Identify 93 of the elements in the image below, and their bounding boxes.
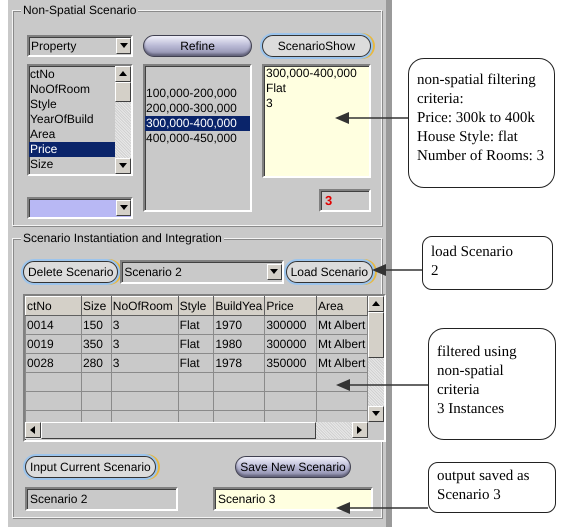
triangle-down-icon	[119, 162, 128, 170]
refine-button[interactable]: Refine	[143, 35, 252, 57]
value-dropdown[interactable]	[27, 197, 134, 219]
table-cell: 280	[81, 354, 112, 372]
table-cell	[214, 392, 265, 410]
property-dropdown[interactable]: Property	[27, 35, 134, 57]
scrollbar[interactable]	[368, 296, 384, 422]
column-header[interactable]: Style	[178, 296, 214, 316]
table-cell: 3	[111, 316, 178, 334]
table-cell: 1978	[214, 354, 265, 372]
table-cell	[214, 372, 265, 392]
table-cell	[264, 372, 316, 392]
table-cell: 300000	[264, 316, 316, 334]
count-field: 3	[318, 189, 371, 212]
table-cell: 0028	[26, 354, 82, 372]
dropdown-button[interactable]	[116, 200, 132, 216]
table-cell	[26, 392, 82, 410]
scroll-right-button[interactable]	[352, 422, 368, 438]
triangle-up-icon	[119, 70, 128, 78]
scrollbar[interactable]	[115, 66, 132, 174]
group-title: Non-Spatial Scenario	[21, 3, 138, 17]
column-header[interactable]: NoOfRoom	[111, 296, 178, 316]
table-cell: 0019	[26, 334, 82, 354]
current-scenario-field[interactable]: Scenario 2	[25, 487, 178, 511]
triangle-down-icon	[120, 42, 128, 50]
callout-note: output saved as Scenario 3	[428, 462, 556, 513]
table-cell: 350000	[264, 354, 316, 372]
table-cell: 1970	[214, 316, 265, 334]
save-new-scenario-button[interactable]: Save New Scenario	[235, 456, 351, 478]
dropdown-button[interactable]	[266, 264, 282, 280]
callout-note: non-spatial filtering criteria: Price: 300k to 400k House Style: flat Number of Rooms: 3	[408, 58, 555, 188]
scroll-up-button[interactable]	[368, 296, 384, 312]
list-item[interactable]: 200,000-300,000	[145, 101, 250, 116]
list-item[interactable]: 300,000-400,000	[145, 116, 250, 131]
column-header[interactable]: Area	[316, 296, 368, 316]
table-cell	[178, 392, 214, 410]
table-cell	[81, 392, 112, 410]
triangle-right-icon	[356, 426, 364, 434]
scenario-line: Flat	[266, 81, 288, 96]
scroll-thumb[interactable]	[368, 312, 384, 358]
triangle-down-icon	[120, 204, 128, 212]
table-cell: 3	[111, 334, 178, 354]
list-item[interactable]: Area	[29, 127, 116, 142]
dropdown-button[interactable]	[116, 38, 132, 54]
list-item[interactable]: ctNo	[29, 67, 116, 82]
triangle-down-icon	[270, 268, 278, 276]
list-item[interactable]: Price	[29, 142, 116, 157]
scroll-down-button[interactable]	[115, 158, 132, 174]
list-item[interactable]: 400,000-450,000	[145, 131, 250, 146]
scenario-line: 3	[266, 96, 274, 111]
column-header[interactable]: BuildYea	[214, 296, 265, 316]
table-cell: 350	[81, 334, 112, 354]
column-header[interactable]: Size	[81, 296, 112, 316]
list-item[interactable]: Size	[29, 157, 116, 172]
table-cell	[264, 392, 316, 410]
column-header[interactable]: Price	[264, 296, 316, 316]
table-cell	[111, 392, 178, 410]
scrollbar[interactable]	[25, 422, 384, 439]
table-cell: 1980	[214, 334, 265, 354]
field-list[interactable]: ctNo NoOfRoom Style YearOfBuild Area Price Size	[27, 64, 134, 176]
scroll-thumb[interactable]	[41, 422, 316, 439]
table-cell: Flat	[178, 334, 214, 354]
scroll-up-button[interactable]	[115, 66, 132, 82]
table-cell	[26, 372, 82, 392]
scroll-down-button[interactable]	[368, 406, 384, 422]
group-title: Scenario Instantiation and Integration	[21, 231, 224, 245]
triangle-down-icon	[372, 410, 380, 418]
table-cell	[178, 372, 214, 392]
column-header[interactable]: ctNo	[26, 296, 82, 316]
table-cell: 150	[81, 316, 112, 334]
scroll-thumb[interactable]	[115, 82, 132, 102]
new-scenario-field[interactable]: Scenario 3	[213, 487, 373, 511]
callout-note: filtered using non-spatial criteria 3 Instances	[428, 328, 556, 440]
table-cell: Flat	[178, 316, 214, 334]
callout-note: load Scenario 2	[422, 236, 553, 290]
table-cell: 300000	[264, 334, 316, 354]
table-cell: 3	[111, 354, 178, 372]
table-cell	[111, 372, 178, 392]
list-item[interactable]: Style	[29, 97, 116, 112]
arrow	[372, 264, 422, 276]
list-item[interactable]: 100,000-200,000	[145, 86, 250, 101]
scenario-dropdown[interactable]: Scenario 2	[120, 260, 284, 284]
triangle-up-icon	[372, 300, 380, 308]
table-cell: 0014	[26, 316, 82, 334]
list-item[interactable]: NoOfRoom	[29, 82, 116, 97]
range-list[interactable]: 100,000-200,000 200,000-300,000 300,000-400,000 400,000-450,000	[143, 64, 252, 212]
scroll-left-button[interactable]	[25, 422, 41, 438]
table-cell: Flat	[178, 354, 214, 372]
delete-scenario-button[interactable]: Delete Scenario	[23, 261, 118, 283]
list-item[interactable]: YearOfBuild	[29, 112, 116, 127]
triangle-left-icon	[29, 426, 37, 434]
table-cell	[81, 372, 112, 392]
scenario-line: 300,000-400,000	[266, 66, 358, 81]
